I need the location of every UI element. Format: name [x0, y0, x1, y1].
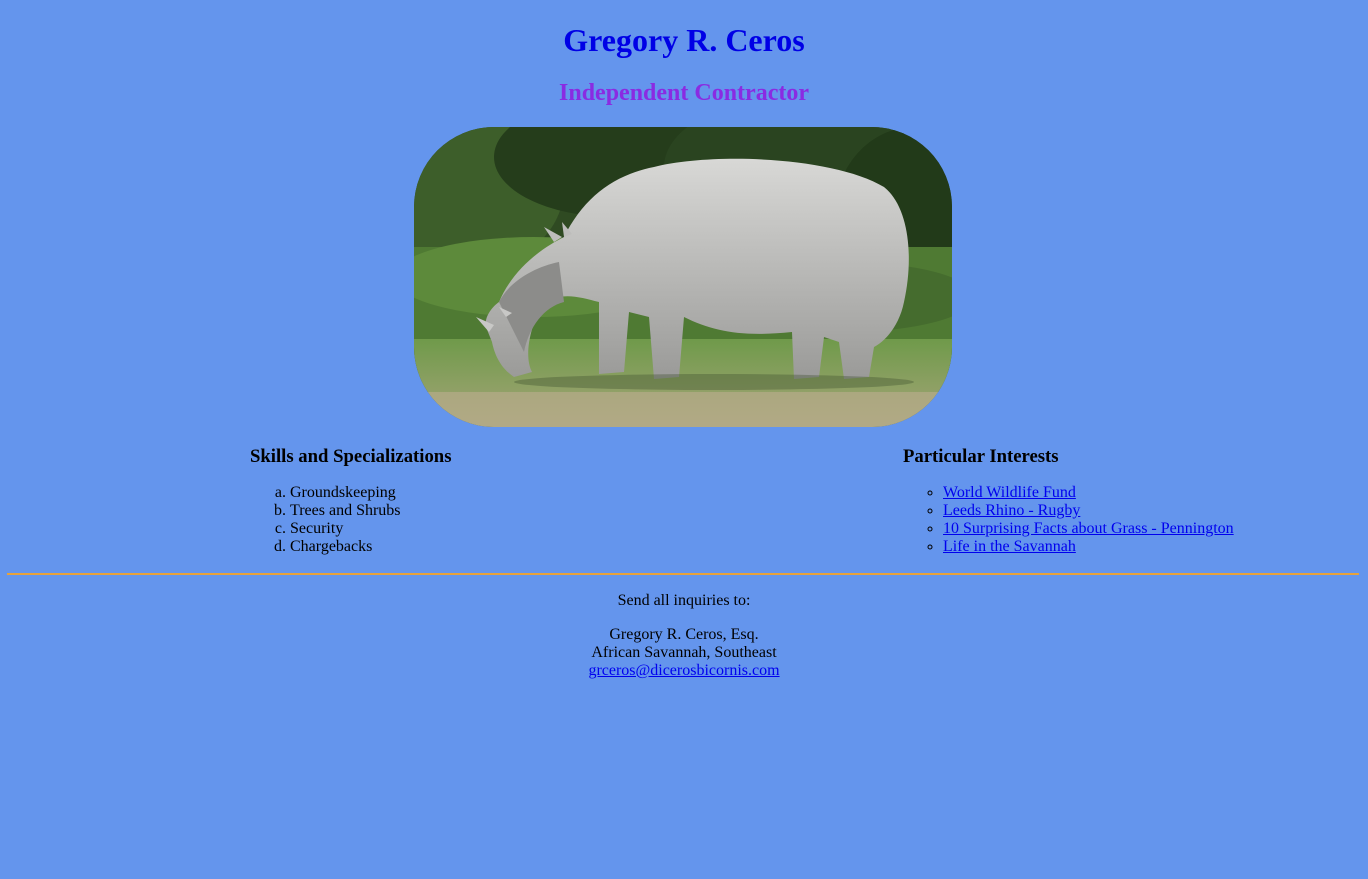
link-leeds-rhino[interactable]: Leeds Rhino - Rugby [943, 502, 1080, 519]
rhino-image [414, 127, 952, 427]
list-item: 10 Surprising Facts about Grass - Pennin… [943, 520, 1343, 538]
list-item: Life in the Savannah [943, 538, 1343, 556]
skills-list: Groundskeeping Trees and Shrubs Security… [250, 484, 770, 556]
contact-name: Gregory R. Ceros, Esq. [609, 626, 759, 643]
contact-section: Send all inquiries to: Gregory R. Ceros,… [0, 592, 1368, 680]
link-world-wildlife-fund[interactable]: World Wildlife Fund [943, 484, 1076, 501]
list-item: Groundskeeping [290, 484, 770, 502]
skills-section: Skills and Specializations Groundskeepin… [250, 446, 770, 556]
contact-intro: Send all inquiries to: [617, 592, 751, 609]
rhino-photo [414, 127, 952, 427]
page-subtitle: Independent Contractor [559, 80, 809, 106]
list-item: Security [290, 520, 770, 538]
list-item: Trees and Shrubs [290, 502, 770, 520]
divider [7, 573, 1359, 575]
list-item: World Wildlife Fund [943, 484, 1343, 502]
list-item: Leeds Rhino - Rugby [943, 502, 1343, 520]
contact-location: African Savannah, Southeast [591, 644, 777, 661]
list-item: Chargebacks [290, 538, 770, 556]
link-life-in-savannah[interactable]: Life in the Savannah [943, 538, 1076, 555]
skills-heading: Skills and Specializations [250, 446, 452, 467]
page-title: Gregory R. Ceros [563, 22, 805, 58]
email-link[interactable]: grceros@dicerosbicornis.com [588, 662, 779, 679]
interests-section: Particular Interests World Wildlife Fund… [903, 446, 1343, 556]
interests-list: World Wildlife Fund Leeds Rhino - Rugby … [903, 484, 1343, 556]
interests-heading: Particular Interests [903, 446, 1059, 467]
page: Gregory R. Ceros Independent Contractor [0, 0, 1368, 879]
link-grass-facts[interactable]: 10 Surprising Facts about Grass - Pennin… [943, 520, 1234, 537]
address-block: Gregory R. Ceros, Esq. African Savannah,… [0, 626, 1368, 680]
